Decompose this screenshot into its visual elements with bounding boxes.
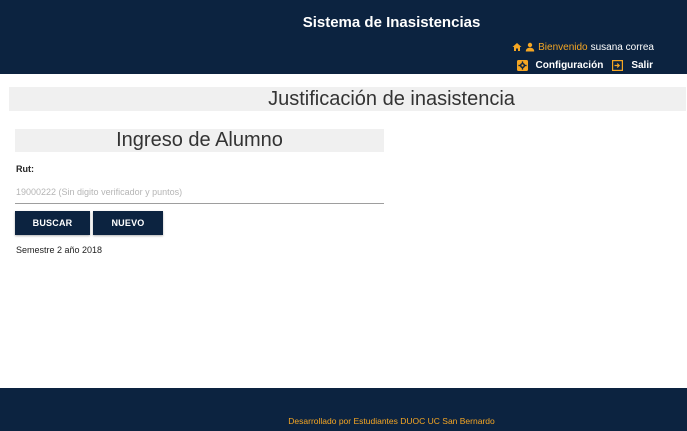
user-info: Bienvenido susana correa	[512, 40, 654, 54]
settings-row: Configuración Salir	[516, 58, 653, 72]
footer: Desarrollado por Estudiantes DUOC UC San…	[0, 388, 687, 431]
welcome-label: Bienvenido	[538, 41, 588, 53]
section-title: Ingreso de Alumno	[15, 129, 384, 152]
page-heading-bar: Justificación de inasistencia	[9, 87, 686, 111]
new-button[interactable]: NUEVO	[93, 211, 163, 235]
app-title: Sistema de Inasistencias	[302, 14, 481, 31]
page-heading: Justificación de inasistencia	[268, 88, 515, 110]
exit-icon	[612, 59, 624, 71]
rut-input[interactable]	[15, 180, 384, 204]
user-icon	[525, 42, 535, 52]
footer-text: Desarrollado por Estudiantes DUOC UC San…	[288, 416, 495, 426]
home-icon[interactable]	[512, 42, 522, 52]
settings-icon	[516, 59, 528, 71]
search-button[interactable]: BUSCAR	[15, 211, 90, 235]
semester-text: Semestre 2 año 2018	[16, 245, 103, 255]
config-link[interactable]: Configuración	[536, 60, 604, 71]
username: susana correa	[590, 41, 654, 53]
rut-label: Rut:	[16, 164, 34, 174]
exit-link[interactable]: Salir	[631, 60, 653, 71]
app-header: Sistema de Inasistencias Bienvenido susa…	[0, 0, 687, 74]
